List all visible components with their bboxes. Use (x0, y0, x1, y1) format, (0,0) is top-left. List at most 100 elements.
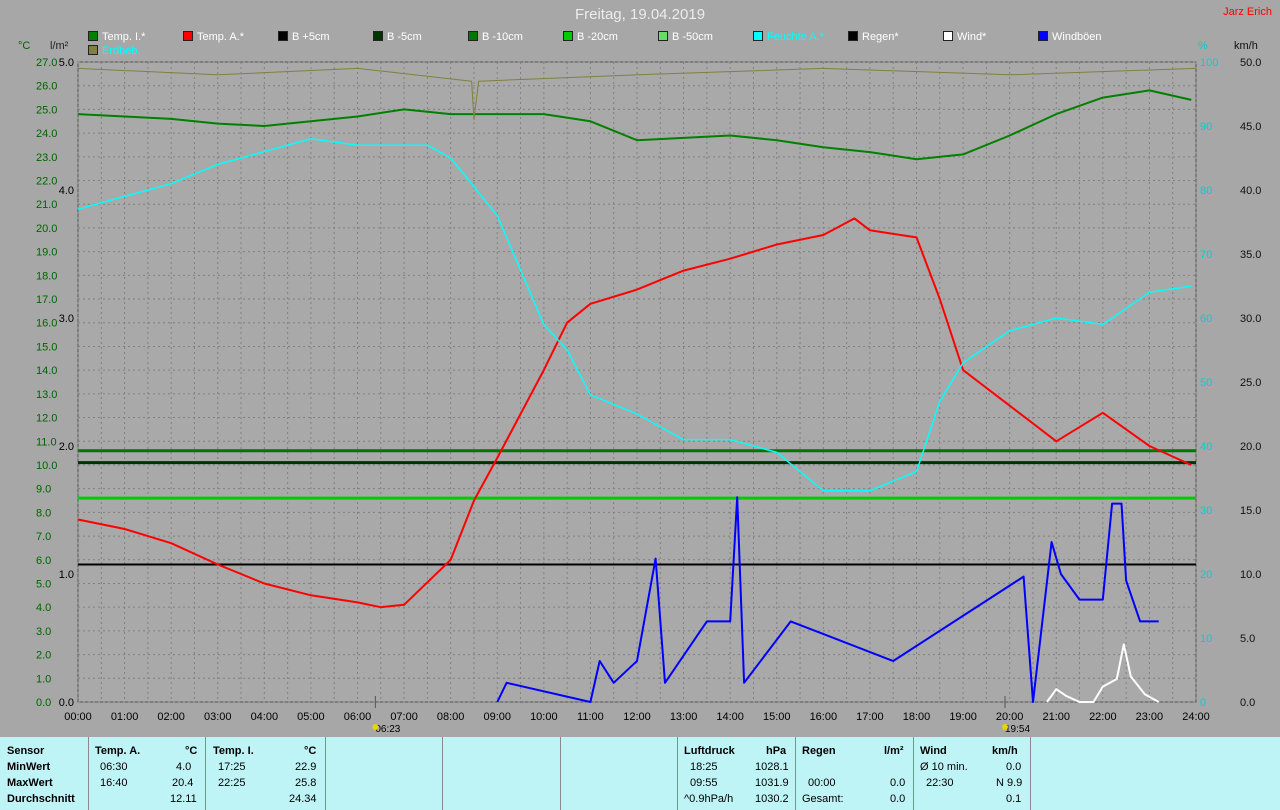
stats-temp-i-header: Temp. I. (213, 745, 254, 757)
y-tick-temp: 5.0 (36, 578, 51, 590)
x-tick: 20:00 (996, 711, 1024, 723)
x-tick: 17:00 (856, 711, 884, 723)
y-tick-humidity: 50 (1200, 377, 1212, 389)
x-tick: 04:00 (251, 711, 279, 723)
x-tick: 07:00 (390, 711, 418, 723)
x-tick: 05:00 (297, 711, 325, 723)
stats-panel: Sensor MinWert MaxWert Durchschnitt Temp… (0, 737, 1280, 810)
stats-rain-max-time: 00:00 (808, 777, 836, 789)
sunset-marker-label: 19:54 (1005, 724, 1030, 735)
stats-pressure-unit: hPa (766, 745, 787, 757)
stats-temp-a-min-value: 4.0 (176, 761, 192, 773)
stats-sensor-header: Sensor (7, 745, 45, 757)
x-tick: 09:00 (483, 711, 511, 723)
x-tick: 12:00 (623, 711, 651, 723)
y-tick-temp: 16.0 (36, 318, 57, 330)
stats-wind-header: Wind (920, 745, 947, 757)
stats-wind-max-time: 22:30 (926, 777, 954, 789)
x-tick: 06:00 (344, 711, 372, 723)
stats-wind-avg10-label: Ø 10 min. (920, 761, 968, 773)
y-tick-temp: 27.0 (36, 57, 57, 69)
stats-temp-i-min-time: 17:25 (218, 761, 246, 773)
y-tick-temp: 23.0 (36, 152, 57, 164)
y-tick-humidity: 60 (1200, 313, 1212, 325)
y-tick-temp: 20.0 (36, 223, 57, 235)
y-tick-humidity: 100 (1200, 57, 1218, 69)
y-tick-temp: 18.0 (36, 270, 57, 282)
y-tick-temp: 11.0 (36, 436, 57, 448)
y-tick-rain: 5.0 (59, 57, 74, 69)
x-tick: 08:00 (437, 711, 465, 723)
y-tick-temp: 21.0 (36, 199, 57, 211)
y-tick-wind: 15.0 (1240, 505, 1261, 517)
stats-wind-avg: 0.1 (1006, 793, 1022, 805)
sunrise-marker-sun-icon (372, 724, 379, 730)
x-tick: 13:00 (670, 711, 698, 723)
y-tick-wind: 35.0 (1240, 249, 1261, 261)
stats-temp-i-unit: °C (304, 745, 317, 757)
stats-temp-i-avg: 24.34 (289, 793, 317, 805)
stats-temp-i-max-time: 22:25 (218, 777, 246, 789)
stats-pressure-max-time: 09:55 (690, 777, 718, 789)
stats-pressure-max-value: 1031.9 (755, 777, 789, 789)
x-tick: 18:00 (903, 711, 931, 723)
x-tick: 00:00 (64, 711, 92, 723)
stats-wind-unit: km/h (992, 745, 1018, 757)
stats-pressure-trend-value: 1030.2 (755, 793, 789, 805)
y-tick-temp: 4.0 (36, 602, 51, 614)
y-tick-wind: 10.0 (1240, 569, 1261, 581)
stats-pressure-min-value: 1028.1 (755, 761, 789, 773)
stats-temp-i-min-value: 22.9 (295, 761, 317, 773)
x-tick: 21:00 (1042, 711, 1070, 723)
y-tick-temp: 25.0 (36, 104, 57, 116)
stats-rain-max-value: 0.0 (890, 777, 906, 789)
y-tick-wind: 40.0 (1240, 185, 1261, 197)
stats-rain-total-value: 0.0 (890, 793, 906, 805)
stats-temp-a-min-time: 06:30 (100, 761, 128, 773)
stats-pressure-trend-label: ^0.9hPa/h (684, 793, 734, 805)
y-tick-temp: 1.0 (36, 673, 51, 685)
y-tick-wind: 50.0 (1240, 57, 1261, 69)
sunrise-marker-label: 06:23 (375, 724, 400, 735)
stats-max-row-label: MaxWert (7, 777, 53, 789)
x-tick: 11:00 (577, 711, 604, 723)
stats-temp-a-avg: 12.11 (170, 793, 197, 805)
y-tick-temp: 19.0 (36, 247, 57, 259)
y-tick-humidity: 30 (1200, 505, 1212, 517)
stats-wind-avg10-value: 0.0 (1006, 761, 1022, 773)
y-tick-temp: 7.0 (36, 531, 51, 543)
stats-rain-total-label: Gesamt: (802, 793, 844, 805)
y-tick-temp: 0.0 (36, 697, 51, 709)
x-tick: 10:00 (530, 711, 558, 723)
stats-temp-a-max-value: 20.4 (172, 777, 194, 789)
y-tick-temp: 6.0 (36, 555, 51, 567)
stats-rain-unit: l/m² (884, 745, 904, 757)
y-tick-rain: 3.0 (59, 313, 74, 325)
y-tick-humidity: 80 (1200, 185, 1212, 197)
stats-wind-max-value: N 9.9 (996, 777, 1023, 789)
y-tick-rain: 0.0 (59, 697, 74, 709)
y-tick-temp: 8.0 (36, 507, 51, 519)
x-tick: 03:00 (204, 711, 232, 723)
y-tick-wind: 30.0 (1240, 313, 1261, 325)
y-tick-humidity: 90 (1200, 121, 1212, 133)
stats-rain-header: Regen (802, 745, 836, 757)
sunset-marker-sun-icon (1002, 724, 1009, 730)
x-tick: 24:00 (1182, 711, 1210, 723)
y-tick-temp: 13.0 (36, 389, 57, 401)
y-tick-humidity: 0 (1200, 697, 1206, 709)
y-tick-temp: 9.0 (36, 484, 51, 496)
stats-temp-a-max-time: 16:40 (100, 777, 128, 789)
y-tick-temp: 10.0 (36, 460, 57, 472)
y-tick-temp: 24.0 (36, 128, 57, 140)
stats-pressure-header: Luftdruck (684, 745, 735, 757)
weather-chart: 0.0 1.0 2.0 3.0 4.0 5.0 6.0 7.0 8.0 9.0 10.0 11.0 12… (36, 57, 1261, 735)
x-tick: 01:00 (111, 711, 139, 723)
x-tick: 15:00 (763, 711, 791, 723)
stats-avg-row-label: Durchschnitt (7, 793, 75, 805)
y-tick-wind: 0.0 (1240, 697, 1255, 709)
y-tick-rain: 2.0 (59, 441, 74, 453)
x-tick: 23:00 (1136, 711, 1164, 723)
stats-min-row-label: MinWert (7, 761, 51, 773)
y-tick-temp: 26.0 (36, 81, 57, 93)
